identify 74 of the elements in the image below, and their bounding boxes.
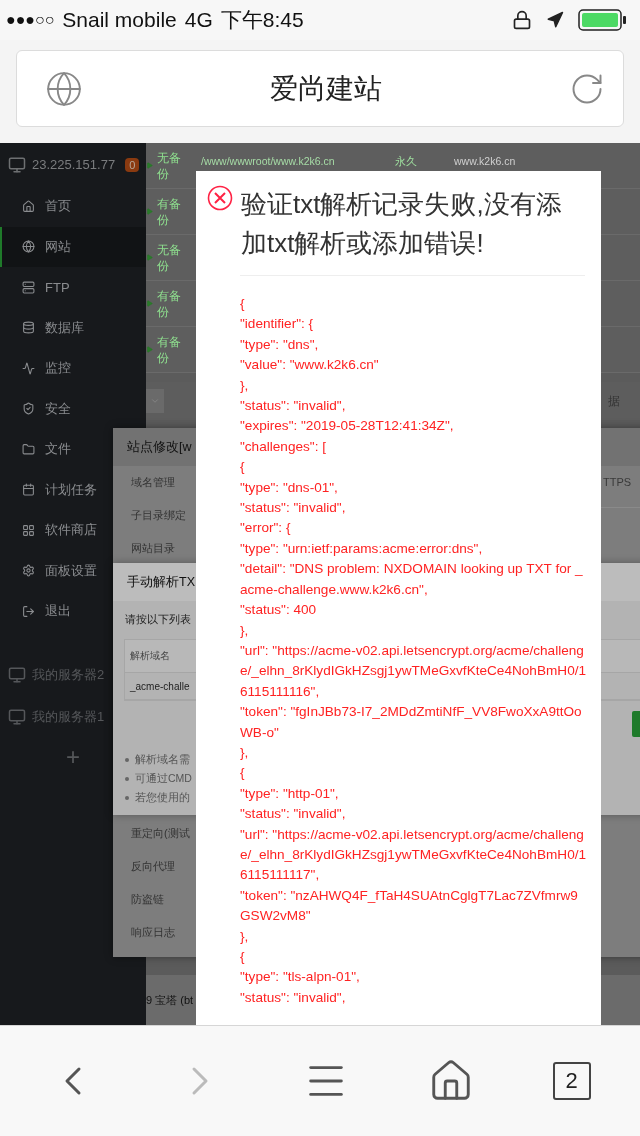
response-line: }, xyxy=(240,621,250,640)
address-bar[interactable]: 爱尚建站 xyxy=(16,50,624,127)
monitor-icon xyxy=(8,707,26,726)
response-line: "type": "dns", xyxy=(240,335,320,354)
response-line: "type": "http-01", xyxy=(240,784,340,803)
response-line: "identifier": { xyxy=(240,315,315,334)
expand-icon[interactable] xyxy=(146,346,153,353)
sidebar-item[interactable]: 首页 xyxy=(0,186,146,227)
signal-strength: ●●●○○ xyxy=(6,11,55,29)
sidebar-item[interactable]: FTP xyxy=(0,267,146,308)
menu-item-icon xyxy=(22,604,35,618)
response-line: { xyxy=(240,764,246,783)
sidebar-item[interactable]: 数据库 xyxy=(0,307,146,348)
backup-status: 有备份 xyxy=(157,287,182,320)
response-line: "status": 400 xyxy=(240,601,318,620)
expand-icon[interactable] xyxy=(146,162,153,169)
menu-item-icon xyxy=(22,361,35,375)
response-line: "token": "nzAHWQ4F_fTaH4SUAtnCglgT7Lac7ZVfmrw9GSW2vM8" xyxy=(240,886,579,926)
response-line: "type": "dns-01", xyxy=(240,478,339,497)
sidebar-item[interactable]: 安全 xyxy=(0,388,146,429)
count-badge: 0 xyxy=(125,157,140,172)
response-line: "status": "invalid", xyxy=(240,988,347,1007)
response-line: "url": "https://acme-v02.api.letsencrypt.org/acme/challenge/_elhn_8rKlydIGkHZsgj1ywTMeGxvfKteCe4NohBmH0/16115111117", xyxy=(240,825,588,885)
error-icon xyxy=(207,185,233,211)
expiry-text: 永久 xyxy=(395,155,418,169)
globe-icon[interactable] xyxy=(45,69,83,108)
menu-item-icon xyxy=(22,442,35,456)
response-line: "error": { xyxy=(240,519,292,538)
site-path: /www/wwwroot/www.k2k6.cn xyxy=(201,155,336,167)
expand-icon[interactable] xyxy=(146,208,153,215)
expand-icon[interactable] xyxy=(146,300,153,307)
response-line: "status": "invalid", xyxy=(240,499,347,518)
response-line: "detail": "DNS problem: NXDOMAIN looking up TXT for _acme-challenge.www.k2k6.cn", xyxy=(240,560,584,599)
response-line: { xyxy=(240,295,246,313)
instruction-text: 请按以下列表 xyxy=(125,613,191,627)
response-line: }, xyxy=(240,376,250,395)
response-line: "value": "www.k2k6.cn" xyxy=(240,356,380,375)
menu-item-icon xyxy=(22,564,35,578)
menu-item-icon xyxy=(22,483,35,497)
response-line: }, xyxy=(240,927,250,946)
sidebar-item[interactable]: 监控 xyxy=(0,348,146,389)
menu-item-icon xyxy=(22,280,35,294)
server-address: 23.225.151.77 xyxy=(32,157,116,172)
response-line: { xyxy=(240,948,246,966)
network-type: 4G xyxy=(184,8,213,32)
settings-tab[interactable]: TTPS xyxy=(603,476,632,488)
site-remark: www.k2k6.cn xyxy=(454,155,516,167)
error-title: 验证txt解析记录失败,没有添加txt解析或添加错误! xyxy=(241,188,563,260)
response-line: }, xyxy=(240,743,250,762)
clock-time: 下午8:45 xyxy=(220,7,304,33)
monitor-icon xyxy=(8,155,26,174)
menu-item-icon xyxy=(22,402,35,416)
response-line: "status": "invalid", xyxy=(240,805,347,824)
menu-item-icon xyxy=(22,240,35,254)
menu-item-icon xyxy=(22,199,35,213)
page-size-select[interactable] xyxy=(146,389,164,413)
tabs-button[interactable]: 2 xyxy=(552,1062,591,1100)
menu-item-icon xyxy=(22,523,35,537)
backup-status: 无备份 xyxy=(157,149,182,182)
battery-icon xyxy=(578,9,628,31)
backup-status: 有备份 xyxy=(157,195,182,228)
monitor-icon xyxy=(8,665,26,684)
response-line: "challenges": [ xyxy=(240,437,327,456)
response-line: "status": "invalid", xyxy=(240,397,347,416)
carrier-name: Snail mobile xyxy=(62,8,177,32)
page-title: 爱尚建站 xyxy=(270,71,382,106)
response-line: "type": "urn:ietf:params:acme:error:dns", xyxy=(240,539,484,558)
backup-status: 无备份 xyxy=(157,241,182,274)
expand-icon[interactable] xyxy=(146,254,153,261)
location-icon xyxy=(546,11,564,29)
sidebar-item[interactable]: 网站 xyxy=(0,226,146,267)
backup-status: 有备份 xyxy=(157,333,182,366)
response-line: "token": "fgInJBb73-I7_2MDdZmtiNfF_VV8FwoXxA9ttOoWB-o" xyxy=(240,703,583,742)
menu-item-icon xyxy=(22,321,35,335)
